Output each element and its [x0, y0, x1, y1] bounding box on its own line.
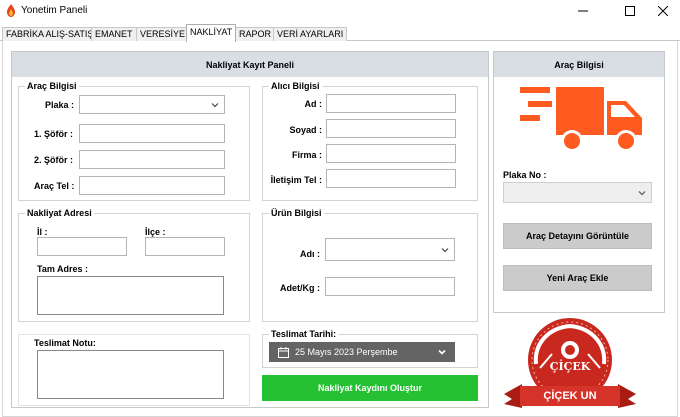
main-panel-title: Nakliyat Kayıt Paneli — [12, 52, 488, 77]
recipient-company-label: Firma : — [291, 150, 322, 160]
product-group: Ürün Bilgisi — [262, 208, 478, 322]
plate-label: Plaka : — [45, 100, 75, 110]
product-name-select[interactable] — [325, 238, 455, 261]
tab-bar: FABRİKA ALIŞ-SATIŞ EMANET VERESİYE NAKLİ… — [0, 24, 680, 42]
tab-veri-ayarlari[interactable]: VERİ AYARLARI — [273, 27, 348, 41]
tab-veresiye[interactable]: VERESİYE — [136, 27, 190, 41]
delivery-date-picker[interactable]: 25 Mayıs 2023 Perşembe — [269, 342, 455, 362]
chevron-down-icon — [441, 248, 449, 253]
logo-banner-text: ÇİÇEK UN — [543, 390, 597, 402]
app-icon — [7, 4, 15, 17]
title-bar: Yonetim Paneli — [0, 0, 680, 22]
full-address-label: Tam Adres : — [37, 264, 89, 274]
delivery-date-label: Teslimat Tarihi: — [269, 329, 339, 339]
logo-brand-text: ÇİÇEK — [549, 360, 591, 373]
maximize-icon — [625, 6, 635, 16]
recipient-name-input[interactable] — [326, 94, 456, 113]
minimize-icon — [578, 10, 588, 12]
product-group-title: Ürün Bilgisi — [269, 208, 324, 218]
driver2-label: 2. Şöför : — [34, 155, 74, 165]
create-shipment-button[interactable]: Nakliyat Kaydını Oluştur — [262, 375, 478, 401]
tab-rapor[interactable]: RAPOR — [235, 27, 276, 41]
vehicle-details-button[interactable]: Araç Detayını Görüntüle — [503, 223, 652, 249]
driver1-input[interactable] — [79, 124, 225, 143]
tab-fabrika[interactable]: FABRİKA ALIŞ-SATIŞ — [2, 27, 98, 41]
plate-no-select[interactable] — [503, 182, 652, 203]
close-icon — [658, 6, 668, 16]
chevron-down-icon — [438, 349, 446, 355]
district-input[interactable] — [145, 237, 225, 256]
delivery-note-textarea[interactable] — [37, 350, 224, 399]
cicek-un-logo: ÇİÇEK ÇİÇEK UN — [500, 314, 640, 414]
vehicle-group-title: Araç Bilgisi — [25, 81, 79, 91]
driver1-label: 1. Şöför : — [34, 129, 74, 139]
delivery-date-value: 25 Mayıs 2023 Perşembe — [295, 347, 398, 357]
product-name-label: Adı : — [300, 249, 320, 259]
district-label: İlçe : — [145, 227, 166, 237]
tab-emanet[interactable]: EMANET — [91, 27, 137, 41]
product-qty-label: Adet/Kg : — [280, 283, 320, 293]
city-input[interactable] — [37, 237, 127, 256]
recipient-surname-input[interactable] — [326, 119, 456, 138]
address-group-title: Nakliyat Adresi — [25, 208, 94, 218]
calendar-icon — [278, 346, 289, 358]
recipient-group-title: Alıcı Bilgisi — [269, 81, 322, 91]
recipient-contact-label: İletişim Tel : — [270, 175, 322, 185]
minimize-button[interactable] — [566, 0, 600, 22]
new-vehicle-button[interactable]: Yeni Araç Ekle — [503, 265, 652, 291]
recipient-surname-label: Soyad : — [289, 125, 322, 135]
recipient-name-label: Ad : — [304, 99, 323, 109]
side-panel-title: Araç Bilgisi — [494, 52, 664, 77]
chevron-down-icon — [638, 191, 646, 196]
vehicle-phone-label: Araç Tel : — [34, 181, 75, 191]
driver2-input[interactable] — [79, 150, 225, 169]
plate-select[interactable] — [79, 95, 225, 114]
delivery-note-label: Teslimat Notu: — [34, 338, 96, 348]
recipient-company-input[interactable] — [326, 144, 456, 163]
plate-no-label: Plaka No : — [503, 170, 547, 180]
chevron-down-icon — [211, 103, 219, 108]
tab-nakliyat[interactable]: NAKLİYAT — [186, 24, 237, 42]
recipient-contact-input[interactable] — [326, 169, 456, 188]
window-title: Yonetim Paneli — [21, 5, 88, 16]
city-label: İl : — [37, 227, 48, 237]
vehicle-phone-input[interactable] — [79, 176, 225, 195]
maximize-button[interactable] — [613, 0, 647, 22]
close-button[interactable] — [646, 0, 680, 22]
truck-icon — [520, 87, 642, 152]
product-qty-input[interactable] — [325, 277, 455, 296]
full-address-textarea[interactable] — [37, 276, 224, 315]
